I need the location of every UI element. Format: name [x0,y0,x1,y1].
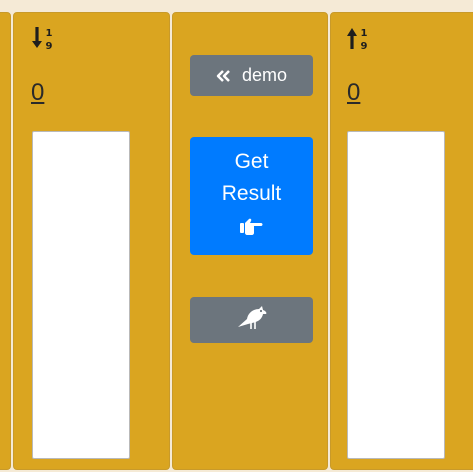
get-result-label: Get Result [221,150,282,205]
get-result-button[interactable]: Get Result [190,137,313,255]
svg-text:1: 1 [46,28,53,39]
ascending-count[interactable]: 0 [31,79,44,107]
descending-count[interactable]: 0 [347,79,360,107]
ascending-panel: 1 9 0 [13,12,170,470]
crow-icon [236,305,268,336]
sort-numeric-down-icon: 1 9 [32,27,53,52]
angle-double-left-icon [216,69,230,82]
demo-button-label: demo [241,65,288,85]
hand-point-right-icon [239,214,264,246]
descending-panel: 1 9 0 [330,12,473,470]
demo-button[interactable]: demo [190,55,313,96]
sort-numeric-up-icon: 1 9 [347,28,368,52]
left-edge-panel [0,12,11,470]
descending-textarea[interactable] [347,131,445,459]
crow-button[interactable] [190,297,313,343]
svg-text:9: 9 [361,41,368,52]
ascending-textarea[interactable] [32,131,130,459]
svg-text:1: 1 [361,28,368,39]
svg-text:9: 9 [46,41,53,52]
controls-panel: demo Get Result [172,12,328,470]
